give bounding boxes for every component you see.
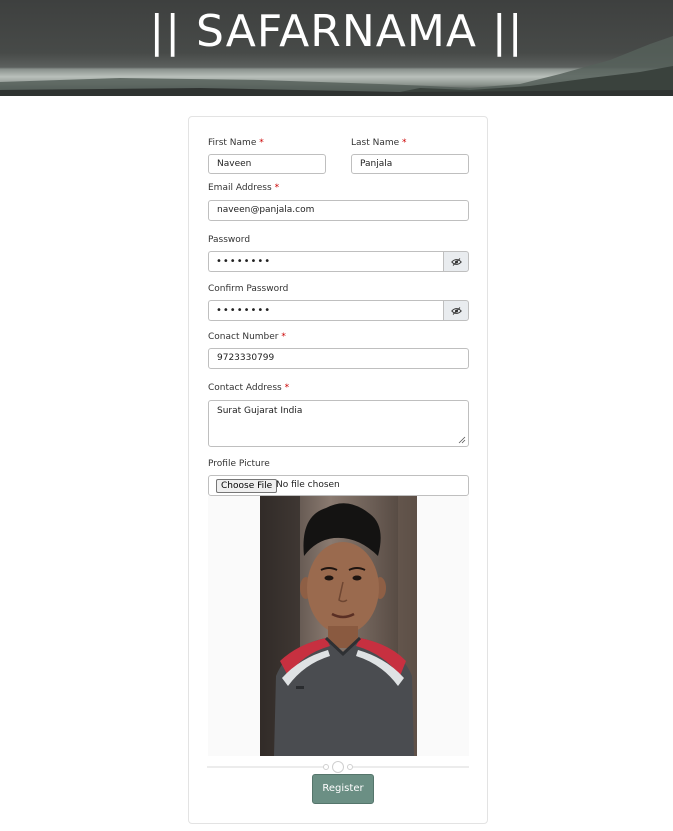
form-divider [207,761,469,773]
confirm-password-field-group: •••••••• [208,300,469,321]
first-name-label: First Name * [208,138,264,148]
required-marker: * [259,138,264,148]
password-visibility-toggle[interactable] [443,251,469,272]
contact-number-label: Conact Number * [208,332,286,342]
register-button[interactable]: Register [312,774,374,804]
contact-address-textarea[interactable]: Surat Gujarat India [208,400,469,447]
first-name-input[interactable]: Naveen [208,154,326,174]
contact-address-label-text: Contact Address [208,383,282,393]
resize-grip-icon[interactable] [458,436,466,444]
password-label: Password [208,235,251,245]
email-label-text: Email Address [208,183,272,193]
profile-photo [260,496,417,756]
contact-address-text: Surat Gujarat India [217,406,303,416]
last-name-label-text: Last Name [351,138,400,148]
eye-slash-icon [450,306,462,315]
site-title: || SAFARNAMA || [149,6,524,57]
eye-slash-icon [450,257,462,266]
email-input[interactable]: naveen@panjala.com [208,200,469,221]
header-banner: || SAFARNAMA || [0,0,673,96]
required-marker: * [284,383,290,393]
contact-number-input[interactable]: 9723330799 [208,348,469,369]
choose-file-button[interactable]: Choose File [216,479,278,493]
contact-address-label: Contact Address * [208,383,289,393]
password-input[interactable]: •••••••• [208,251,444,272]
registration-form-card: First Name * Naveen Last Name * Panjala … [188,116,488,824]
confirm-password-label: Confirm Password [208,284,289,294]
confirm-password-input[interactable]: •••••••• [208,300,444,321]
profile-picture-label: Profile Picture [208,459,270,469]
last-name-input[interactable]: Panjala [351,154,469,174]
confirm-password-visibility-toggle[interactable] [443,300,469,321]
password-field-group: •••••••• [208,251,469,272]
contact-number-label-text: Conact Number [208,332,279,342]
last-name-label: Last Name * [351,138,407,148]
email-label: Email Address * [208,183,279,193]
required-marker: * [281,332,286,342]
profile-picture-preview-panel [208,496,469,756]
required-marker: * [402,138,407,148]
profile-picture-file-input[interactable]: Choose File No file chosen [208,475,469,496]
first-name-label-text: First Name [208,138,257,148]
file-status-text: No file chosen [276,480,340,490]
required-marker: * [274,183,280,193]
